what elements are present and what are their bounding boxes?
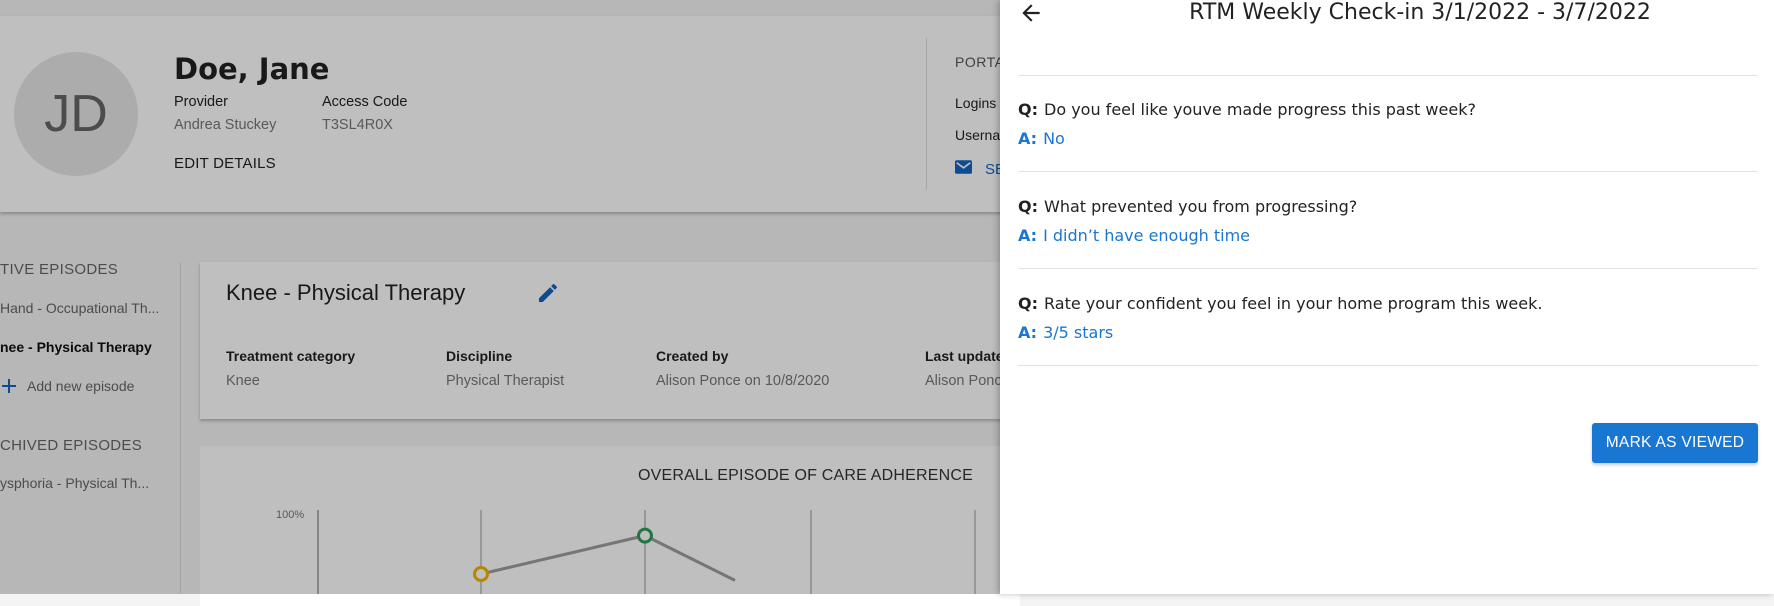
divider <box>1018 75 1758 76</box>
answer-text: 3/5 stars <box>1043 323 1114 342</box>
answer-2: A: I didn’t have enough time <box>1018 226 1250 245</box>
a-prefix: A: <box>1018 323 1038 342</box>
question-text: Do you feel like youve made progress thi… <box>1044 100 1476 119</box>
question-1: Q: Do you feel like youve made progress t… <box>1018 100 1476 119</box>
q-prefix: Q: <box>1018 197 1038 216</box>
divider <box>1018 365 1758 366</box>
q-prefix: Q: <box>1018 100 1038 119</box>
answer-text: No <box>1043 129 1065 148</box>
divider <box>1018 268 1758 269</box>
q-prefix: Q: <box>1018 294 1038 313</box>
question-3: Q: Rate your confident you feel in your h… <box>1018 294 1542 313</box>
back-arrow-icon[interactable] <box>1018 0 1048 26</box>
divider <box>1018 171 1758 172</box>
a-prefix: A: <box>1018 226 1038 245</box>
question-text: Rate your confident you feel in your hom… <box>1044 294 1543 313</box>
mark-as-viewed-button[interactable]: MARK AS VIEWED <box>1592 423 1758 463</box>
drawer-title: RTM Weekly Check-in 3/1/2022 - 3/7/2022 <box>1189 0 1651 25</box>
answer-3: A: 3/5 stars <box>1018 323 1113 342</box>
a-prefix: A: <box>1018 129 1038 148</box>
answer-text: I didn’t have enough time <box>1043 226 1251 245</box>
question-2: Q: What prevented you from progressing? <box>1018 197 1357 216</box>
question-text: What prevented you from progressing? <box>1044 197 1358 216</box>
answer-1: A: No <box>1018 129 1065 148</box>
modal-backdrop[interactable] <box>0 0 1000 594</box>
